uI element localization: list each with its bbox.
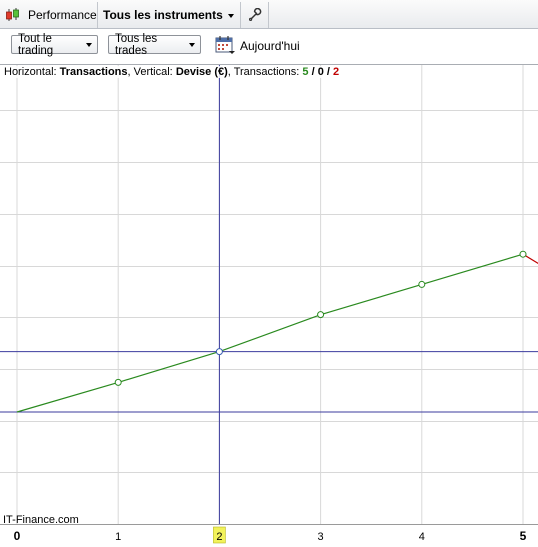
count-separator: / [311, 66, 315, 78]
data-point [418, 280, 426, 288]
horizontal-value: Transactions [59, 66, 128, 78]
x-tick-label: 0 [14, 529, 21, 543]
toolbar: Tout le trading Tous les trades Aujourd'… [0, 29, 538, 64]
watermark-text: IT-Finance.com [3, 514, 79, 526]
trades-filter-dropdown[interactable]: Tous les trades [108, 32, 201, 57]
data-point [114, 378, 122, 386]
chevron-down-icon [86, 43, 92, 47]
candlestick-icon [6, 8, 19, 21]
chart-header: Horizontal: Transactions, Vertical: Devi… [4, 66, 340, 78]
calendar-icon[interactable] [214, 34, 236, 56]
chart-canvas[interactable]: 0 1 2 3 4 5 [0, 65, 538, 547]
vertical-label: , Vertical: [127, 66, 173, 78]
today-label[interactable]: Aujourd'hui [240, 39, 300, 53]
tab-instruments-dropdown[interactable]: Tous les instruments [98, 2, 241, 28]
performance-chart[interactable]: 0 1 2 3 4 5 Horizontal: Transactions, Vertica… [0, 64, 538, 547]
winning-count: 5 [302, 66, 309, 78]
tab-instruments-label: Tous les instruments [103, 8, 223, 22]
x-axis-band [0, 524, 538, 547]
trading-filter-dropdown[interactable]: Tout le trading [11, 32, 98, 57]
data-point [317, 311, 325, 319]
x-tick-label: 3 [318, 531, 324, 543]
tab-bar: Performance Tous les instruments [0, 0, 538, 29]
x-tick-label: 2 [216, 531, 222, 543]
horizontal-label: Horizontal: [4, 66, 57, 78]
count-separator: / [326, 66, 330, 78]
data-point [519, 250, 527, 258]
neutral-count: 0 [317, 66, 324, 78]
transactions-label: , Transactions: [227, 66, 300, 78]
x-tick-label: 1 [115, 531, 121, 543]
data-point [215, 348, 223, 356]
tab-performance[interactable]: Performance [0, 2, 98, 28]
losing-count: 2 [333, 66, 340, 78]
trades-filter-label: Tous les trades [115, 32, 158, 57]
equity-line-gain [16, 253, 524, 413]
chevron-down-icon [227, 13, 234, 18]
x-tick-label: 5 [520, 529, 527, 543]
trading-filter-label: Tout le trading [18, 32, 54, 57]
wrench-icon [248, 8, 261, 21]
vertical-value: Devise (€) [175, 66, 228, 78]
settings-tab[interactable] [241, 2, 269, 28]
tab-performance-label: Performance [28, 8, 97, 22]
x-tick-label: 4 [419, 531, 425, 543]
chevron-down-icon [189, 43, 195, 47]
